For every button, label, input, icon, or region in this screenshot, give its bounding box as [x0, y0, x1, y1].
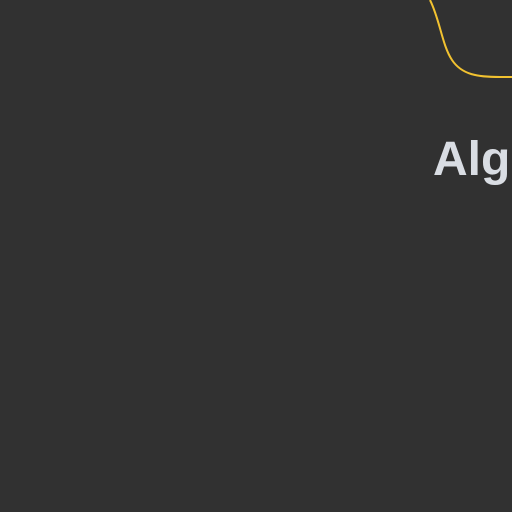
connector-path [429, 0, 512, 78]
connector-curve [429, 0, 512, 78]
node-title[interactable]: Alg [433, 132, 510, 188]
editor-canvas[interactable]: Alg [0, 0, 512, 512]
